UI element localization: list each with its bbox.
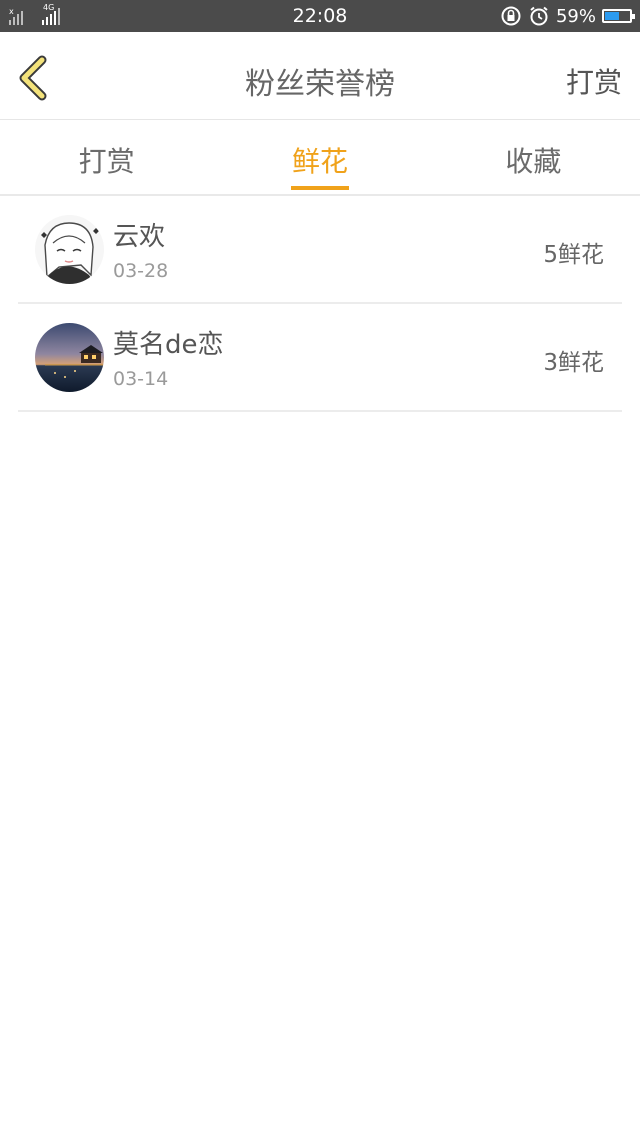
flower-count: 5鲜花: [543, 242, 604, 268]
list-item[interactable]: 云欢 03-28 5鲜花: [18, 196, 622, 304]
avatar: [35, 323, 104, 392]
fan-name: 云欢: [113, 222, 166, 252]
tab-reward[interactable]: 打赏: [0, 120, 213, 194]
tab-label: 打赏: [78, 145, 135, 178]
reward-button[interactable]: 打赏: [566, 61, 622, 101]
page-title: 粉丝荣誉榜: [245, 67, 395, 102]
alarm-icon: [530, 6, 548, 26]
tab-label: 收藏: [505, 145, 562, 178]
battery-fill: [605, 12, 619, 20]
tab-underline: [290, 186, 349, 190]
tab-flowers[interactable]: 鲜花: [213, 120, 426, 194]
battery-icon: [602, 9, 635, 23]
tab-label: 鲜花: [291, 145, 348, 178]
fan-name: 莫名de恋: [113, 330, 224, 360]
tab-favorites[interactable]: 收藏: [427, 120, 640, 194]
flower-count: 3鲜花: [543, 350, 604, 376]
status-bar: x 4G 22:08 59%: [0, 0, 640, 32]
battery-percent: 59%: [555, 5, 596, 27]
fan-list: 云欢 03-28 5鲜花 莫名de恋 03-14 3鲜花: [0, 196, 640, 412]
list-item[interactable]: 莫名de恋 03-14 3鲜花: [18, 304, 622, 412]
avatar: [35, 215, 104, 284]
tab-bar: 打赏 鲜花 收藏: [0, 120, 640, 196]
app-header: 粉丝荣誉榜 打赏: [0, 32, 640, 120]
status-right-group: 59%: [500, 4, 635, 28]
lock-rotation-icon: [501, 6, 521, 26]
fan-date: 03-28: [113, 260, 169, 282]
fan-date: 03-14: [113, 368, 169, 390]
